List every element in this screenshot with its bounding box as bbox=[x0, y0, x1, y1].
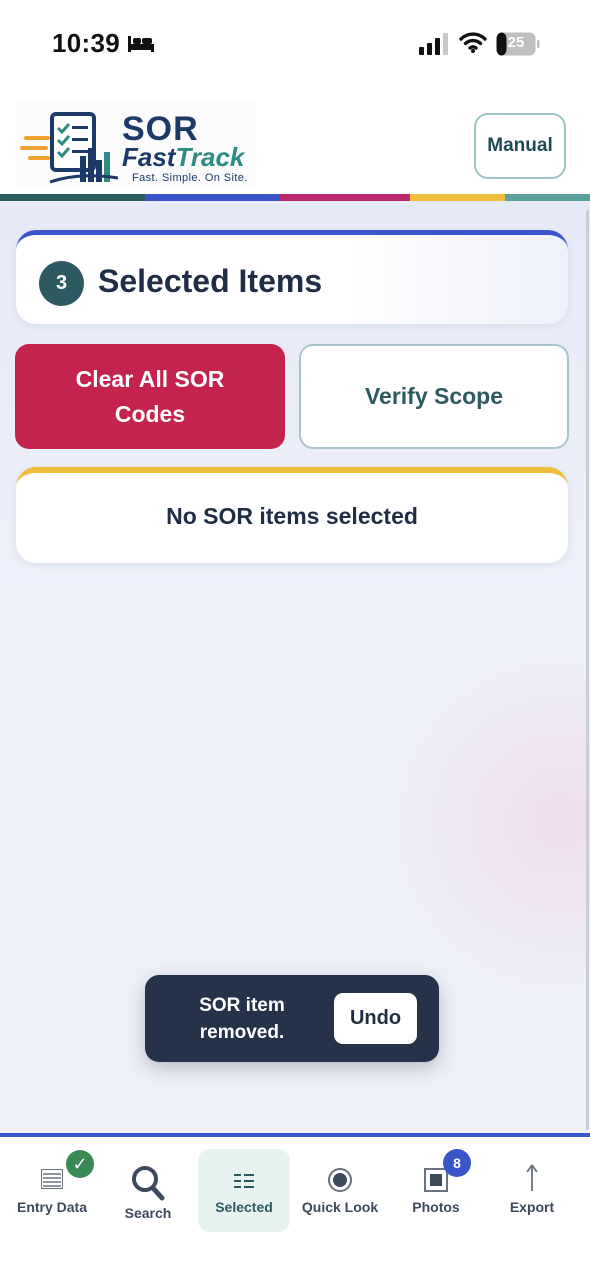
status-bar: 10:39 25 bbox=[0, 0, 590, 90]
logo-fast-word: Fast bbox=[122, 142, 176, 172]
tab-photos[interactable]: 8 Photos bbox=[388, 1137, 484, 1237]
scrollbar[interactable] bbox=[586, 210, 589, 1130]
snackbar-toast: SOR item removed. Undo bbox=[145, 975, 439, 1062]
list-icon bbox=[41, 1169, 63, 1189]
bottom-tab-bar: ✓ Entry Data Search Selected Quick Look bbox=[0, 1133, 590, 1280]
strip-segment bbox=[280, 194, 410, 201]
strip-segment bbox=[410, 194, 505, 201]
color-strip bbox=[0, 194, 590, 201]
app-header: SOR FastTrack Fast. Simple. On Site. Man… bbox=[0, 90, 590, 194]
verify-scope-button[interactable]: Verify Scope bbox=[299, 344, 569, 449]
strip-segment bbox=[0, 194, 145, 201]
step-number-badge: 3 bbox=[39, 261, 84, 306]
main-content: 3 Selected Items Clear All SOR Codes Ver… bbox=[0, 201, 590, 1133]
status-time: 10:39 bbox=[52, 28, 120, 58]
manual-button[interactable]: Manual bbox=[474, 113, 566, 179]
selected-items-header-card: 3 Selected Items bbox=[16, 230, 568, 324]
tab-export[interactable]: Export bbox=[484, 1137, 580, 1237]
strip-segment bbox=[145, 194, 280, 201]
photo-icon bbox=[424, 1168, 448, 1192]
sleep-bed-icon bbox=[128, 36, 154, 52]
selected-list-icon bbox=[234, 1174, 254, 1188]
undo-button[interactable]: Undo bbox=[334, 993, 417, 1044]
check-badge-icon: ✓ bbox=[66, 1150, 94, 1178]
tab-quick-look[interactable]: Quick Look bbox=[292, 1137, 388, 1237]
empty-state-message: No SOR items selected bbox=[166, 503, 418, 529]
logo-subtitle: FastTrack bbox=[122, 142, 244, 173]
wifi-icon bbox=[459, 32, 487, 53]
empty-state-card: No SOR items selected bbox=[16, 467, 568, 563]
tab-selected[interactable]: Selected bbox=[198, 1149, 290, 1232]
page-title: Selected Items bbox=[98, 263, 323, 299]
search-icon bbox=[132, 1166, 165, 1201]
logo-track-word: Track bbox=[175, 142, 245, 172]
logo-tagline: Fast. Simple. On Site. bbox=[132, 172, 248, 184]
app-logo: SOR FastTrack Fast. Simple. On Site. bbox=[16, 100, 256, 188]
clear-all-sor-codes-button[interactable]: Clear All SOR Codes bbox=[15, 344, 285, 449]
tab-label: Selected bbox=[215, 1199, 273, 1215]
tab-label: Search bbox=[124, 1205, 172, 1221]
checklist-logo-icon bbox=[20, 112, 119, 184]
battery-level: 25 bbox=[507, 34, 525, 51]
toast-message: SOR item removed. bbox=[199, 995, 285, 1043]
radio-icon bbox=[328, 1168, 352, 1192]
tab-search[interactable]: Search bbox=[100, 1137, 196, 1237]
tab-entry-data[interactable]: ✓ Entry Data bbox=[4, 1137, 100, 1237]
photo-count-badge: 8 bbox=[443, 1149, 471, 1177]
upload-arrow-icon bbox=[526, 1164, 538, 1191]
tab-label: Entry Data bbox=[16, 1199, 88, 1215]
cellular-signal-icon bbox=[419, 33, 448, 55]
tab-label: Export bbox=[509, 1199, 555, 1215]
strip-segment bbox=[505, 194, 590, 201]
tab-label: Photos bbox=[412, 1199, 460, 1215]
tab-label: Quick Look bbox=[301, 1199, 379, 1215]
